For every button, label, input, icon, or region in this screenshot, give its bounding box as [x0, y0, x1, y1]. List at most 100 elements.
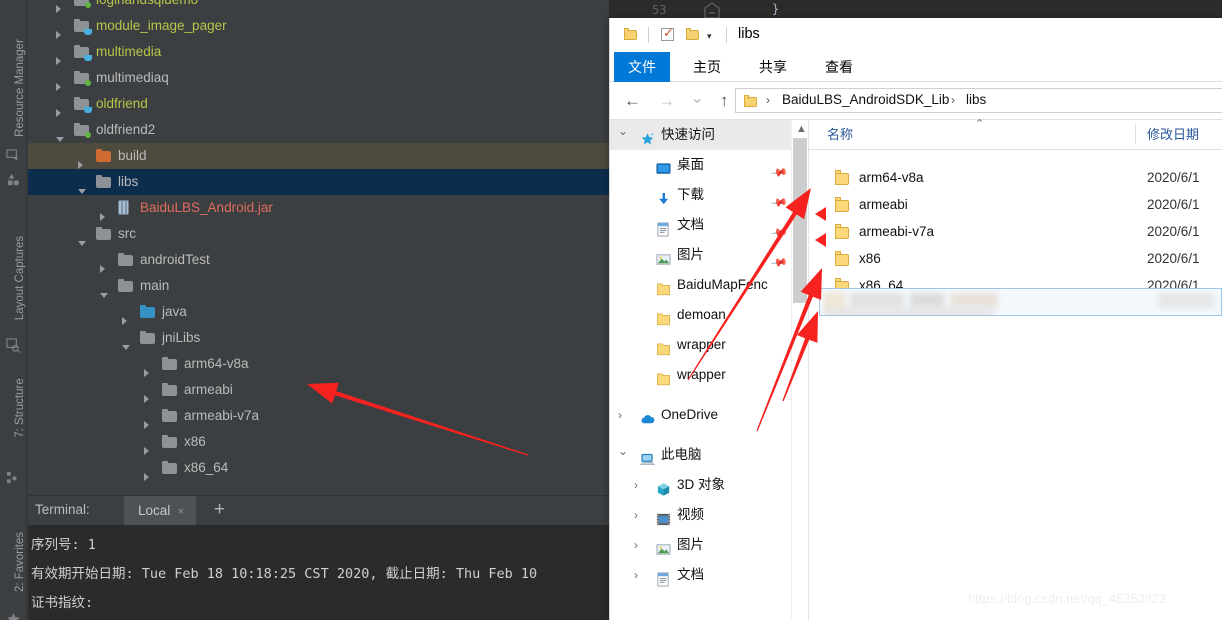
back-button[interactable]: ← — [624, 91, 641, 111]
file-list-rows[interactable]: arm64-v8a 2020/6/1 armeabi 2020/6/1 armeabi-… — [809, 150, 1222, 299]
nav-item[interactable]: wrapper — [610, 360, 791, 390]
column-header-1[interactable]: 修改日期 — [1147, 120, 1199, 150]
new-folder-icon[interactable] — [686, 28, 699, 41]
tree-row[interactable]: armeabi-v7a — [28, 403, 609, 430]
scrollbar-thumb[interactable] — [793, 138, 807, 303]
chevron-right-icon[interactable]: › — [634, 500, 638, 530]
tree-row[interactable]: oldfriend2 — [28, 117, 609, 143]
tree-row[interactable]: src — [28, 221, 609, 247]
chevron-right-icon[interactable]: › — [634, 470, 638, 500]
chevron-down-icon[interactable]: ⌄ — [618, 120, 628, 146]
nav-item[interactable]: ⌄ 此电脑 — [610, 440, 791, 470]
chevron-down-icon[interactable]: ⌄ — [618, 436, 628, 466]
tree-row[interactable]: libs — [28, 169, 609, 195]
column-divider[interactable] — [1135, 124, 1136, 144]
blurred-selected-row[interactable] — [819, 288, 1222, 316]
ribbon-tab-0[interactable]: 文件 — [614, 52, 670, 82]
chevron-right-icon[interactable]: › — [634, 530, 638, 560]
chevron-right-icon[interactable]: › — [618, 400, 622, 430]
folder-icon — [656, 278, 671, 296]
nav-item[interactable]: › 3D 对象 — [610, 470, 791, 500]
tree-row[interactable]: build — [28, 143, 609, 170]
tree-row[interactable]: armeabi — [28, 377, 609, 404]
tree-row[interactable]: loginandsqldemo — [28, 0, 609, 14]
resource-manager-icon[interactable] — [6, 148, 21, 163]
this-pc-icon — [639, 448, 656, 465]
file-explorer-window[interactable]: ▾ libs 文件主页共享查看 ← → ⌄ ↑ › BaiduLBS_Andro… — [609, 18, 1222, 620]
column-header-0[interactable]: 名称 — [827, 120, 853, 150]
file-list-pane[interactable]: 名称 修改日期 ⌃ arm64-v8a 2020/6/1 armeabi 2020/6/1… — [809, 118, 1222, 620]
terminal-tab-local[interactable]: Local × — [124, 496, 197, 526]
close-icon[interactable]: × — [177, 504, 184, 518]
nav-item[interactable]: BaiduMapFenc — [610, 270, 791, 300]
tree-row[interactable]: multimedia — [28, 39, 609, 66]
chevron-right-icon[interactable] — [144, 464, 149, 490]
file-row[interactable]: x86 2020/6/1 — [809, 245, 1222, 272]
project-tree[interactable]: loginandsqldemo module_image_pagermultime… — [28, 0, 609, 495]
tree-row[interactable]: main — [28, 273, 609, 299]
file-list-header[interactable]: 名称 修改日期 ⌃ — [809, 118, 1222, 150]
nav-item[interactable]: › OneDrive — [610, 400, 791, 430]
structure-icon[interactable] — [6, 470, 21, 485]
tree-row[interactable]: BaiduLBS_Android.jar — [28, 195, 609, 222]
nav-item[interactable]: demoan — [610, 300, 791, 330]
nav-item-label: wrapper — [677, 337, 726, 352]
file-row[interactable]: arm64-v8a 2020/6/1 — [809, 164, 1222, 191]
tree-row-label: armeabi — [184, 382, 233, 397]
nav-item[interactable]: › 文档 — [610, 560, 791, 590]
rail-resource-manager[interactable]: Resource Manager — [14, 28, 26, 148]
recent-locations-button[interactable]: ⌄ — [690, 88, 704, 108]
properties-check-icon[interactable] — [661, 25, 674, 41]
tree-row[interactable]: java — [28, 299, 609, 326]
ribbon-tabs[interactable]: 文件 主页 共享 查看 — [610, 52, 1222, 82]
tree-row[interactable]: module_image_pager — [28, 13, 609, 40]
titlebar-divider — [648, 27, 649, 43]
file-row[interactable]: armeabi-v7a 2020/6/1 — [809, 218, 1222, 245]
add-terminal-tab-icon[interactable]: + — [214, 499, 225, 521]
android-shapes-icon[interactable] — [6, 172, 21, 187]
tree-row-label: arm64-v8a — [184, 356, 249, 371]
rail-favorites[interactable]: 2: Favorites — [14, 502, 26, 620]
ribbon-tab-3[interactable]: 查看 — [812, 52, 866, 82]
tree-row[interactable]: oldfriend — [28, 91, 609, 118]
rail-layout-captures[interactable]: Layout Captures — [14, 218, 26, 338]
forward-button[interactable]: → — [658, 91, 675, 111]
file-row[interactable]: armeabi 2020/6/1 — [809, 191, 1222, 218]
terminal-output[interactable]: 序列号: 1 有效期开始日期: Tue Feb 18 10:18:25 CST … — [28, 525, 609, 620]
star-favorites-icon[interactable] — [6, 612, 21, 620]
folder-icon — [74, 0, 91, 8]
tree-row[interactable]: arm64-v8a — [28, 351, 609, 378]
navigation-scrollbar[interactable]: ▲ — [791, 120, 807, 620]
window-title: libs — [738, 26, 760, 42]
ribbon-tab-1[interactable]: 主页 — [680, 52, 734, 82]
nav-item[interactable]: 桌面 📌 — [610, 150, 791, 182]
navigation-pane[interactable]: ⌄ 快速访问 桌面 📌 下载 📌 文档 📌 图片 📌 BaiduMapFenc demoan wrapp… — [610, 120, 791, 620]
ribbon-tab-2[interactable]: 共享 — [746, 52, 800, 82]
nav-item[interactable]: › 图片 — [610, 530, 791, 560]
tree-row[interactable]: multimediaq — [28, 65, 609, 92]
breadcrumb-item-parent[interactable]: BaiduLBS_AndroidSDK_Lib — [782, 92, 949, 107]
tree-row-label: src — [118, 226, 136, 241]
onedrive-icon — [640, 408, 655, 424]
nav-item[interactable]: wrapper — [610, 330, 791, 360]
address-path-box[interactable]: › BaiduLBS_AndroidSDK_Lib › libs — [735, 88, 1222, 113]
chevron-right-icon[interactable]: › — [634, 560, 638, 590]
nav-item[interactable]: 下载 📌 — [610, 180, 791, 212]
tree-row-label: androidTest — [140, 252, 210, 267]
nav-item[interactable]: › 视频 — [610, 500, 791, 530]
nav-item[interactable]: ⌄ 快速访问 — [610, 120, 791, 150]
tree-row[interactable]: jniLibs — [28, 325, 609, 351]
tree-row[interactable]: androidTest — [28, 247, 609, 274]
rail-structure[interactable]: 7: Structure — [14, 348, 26, 468]
breadcrumb-item-current[interactable]: libs — [966, 92, 986, 107]
tree-row[interactable]: x86_64 — [28, 455, 609, 482]
folder-icon[interactable] — [624, 28, 637, 41]
chevron-down-icon[interactable]: ▾ — [707, 31, 712, 42]
tree-row[interactable]: x86 — [28, 429, 609, 456]
up-button[interactable]: ↑ — [720, 91, 729, 111]
scroll-up-icon[interactable]: ▲ — [796, 123, 807, 135]
nav-item[interactable]: 图片 📌 — [610, 240, 791, 272]
nav-item[interactable]: 文档 📌 — [610, 210, 791, 242]
